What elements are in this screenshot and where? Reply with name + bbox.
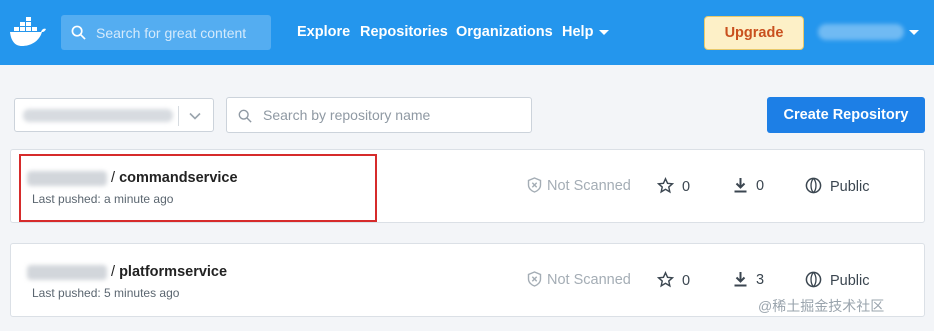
pull-count-value: 3 <box>756 272 765 288</box>
search-icon <box>71 25 86 40</box>
namespace-select[interactable] <box>14 98 214 132</box>
star-count: 0 <box>656 177 691 195</box>
docker-whale-icon[interactable] <box>8 15 48 49</box>
upgrade-button[interactable]: Upgrade <box>704 16 804 50</box>
scan-status: Not Scanned <box>527 177 631 194</box>
star-count-value: 0 <box>682 179 691 195</box>
visibility: Public <box>805 271 870 289</box>
select-divider <box>178 106 179 126</box>
visibility: Public <box>805 177 870 195</box>
scan-status-label: Not Scanned <box>547 272 631 288</box>
watermark: @稀土掘金技术社区 <box>758 298 885 314</box>
search-icon <box>238 109 252 123</box>
last-pushed: Last pushed: 5 minutes ago <box>32 286 180 300</box>
top-nav-bar: Explore Repositories Organizations Help … <box>0 0 934 65</box>
scan-status-label: Not Scanned <box>547 178 631 194</box>
pull-count: 3 <box>733 271 764 288</box>
star-count-value: 0 <box>682 273 691 289</box>
pull-count: 0 <box>733 177 764 194</box>
repository-name-label: platformservice <box>119 264 228 280</box>
chevron-down-icon[interactable] <box>188 109 202 123</box>
shield-x-icon <box>527 177 542 193</box>
nav-organizations[interactable]: Organizations <box>456 24 553 40</box>
nav-help-label: Help <box>562 24 594 40</box>
nav-explore[interactable]: Explore <box>297 24 350 40</box>
star-count: 0 <box>656 271 691 289</box>
nav-help[interactable]: Help <box>562 24 610 40</box>
globe-icon <box>805 271 822 288</box>
nav-repositories[interactable]: Repositories <box>360 24 448 40</box>
download-icon <box>734 272 747 287</box>
star-icon <box>656 271 675 288</box>
repository-search-input[interactable] <box>263 98 523 132</box>
download-icon <box>734 178 747 193</box>
global-search-input[interactable] <box>96 15 266 50</box>
visibility-label: Public <box>830 273 870 289</box>
globe-icon <box>805 177 822 194</box>
create-repository-button[interactable]: Create Repository <box>767 97 925 133</box>
repository-name[interactable]: / platformservice <box>111 264 227 280</box>
scan-status: Not Scanned <box>527 271 631 288</box>
global-search[interactable] <box>61 15 271 50</box>
highlight-box <box>19 154 377 222</box>
star-icon <box>656 177 675 194</box>
repository-search[interactable] <box>226 97 532 133</box>
repository-owner <box>27 265 107 280</box>
user-menu[interactable] <box>818 24 904 40</box>
visibility-label: Public <box>830 179 870 195</box>
chevron-down-icon <box>599 29 610 35</box>
chevron-down-icon[interactable] <box>909 30 919 35</box>
shield-x-icon <box>527 271 542 287</box>
namespace-value <box>23 109 173 122</box>
pull-count-value: 0 <box>756 178 765 194</box>
